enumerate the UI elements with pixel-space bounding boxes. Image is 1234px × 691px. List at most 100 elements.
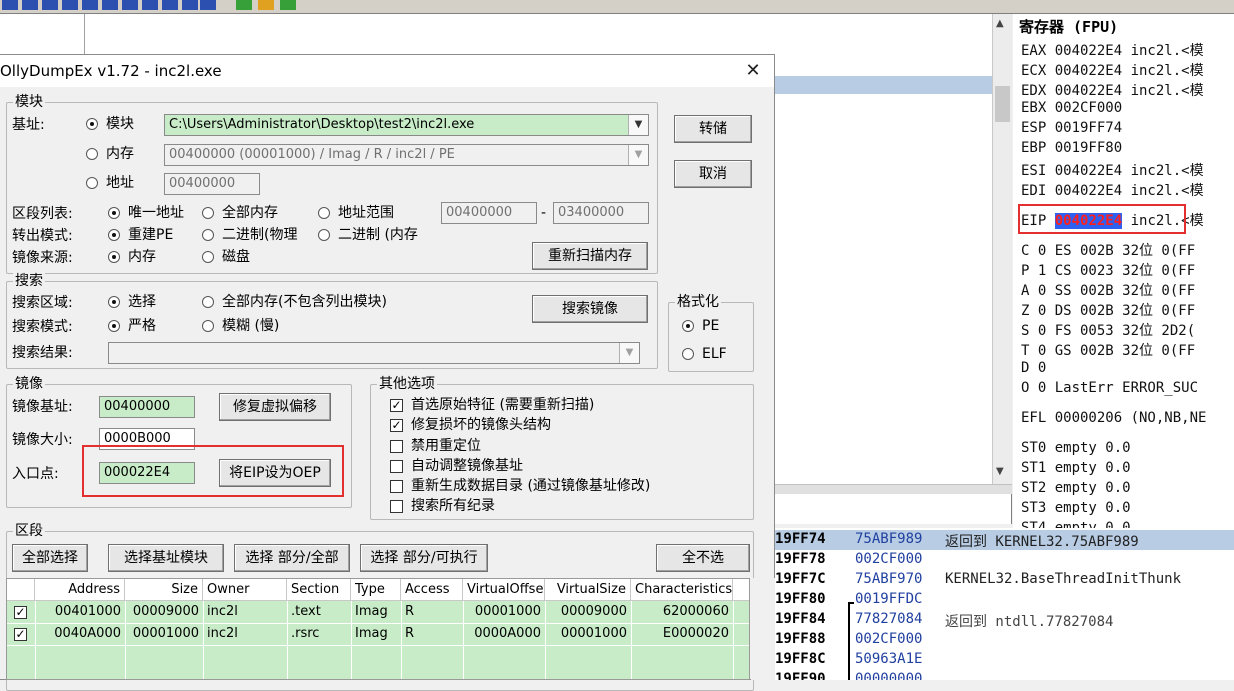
radio-module[interactable]: 模块 bbox=[86, 115, 134, 133]
registers-pane[interactable]: 寄存器 (FPU) EAX 004022E4 inc2l.<模 ECX 0040… bbox=[1013, 14, 1234, 534]
radio-rebuild-pe[interactable]: 重建PE bbox=[108, 226, 173, 244]
row-checkbox-checked-icon[interactable]: ✓ bbox=[14, 606, 27, 619]
fpu-line[interactable]: ST0 empty 0.0 bbox=[1021, 440, 1131, 456]
toolbar-button[interactable] bbox=[82, 0, 98, 10]
radio-dot[interactable] bbox=[202, 229, 214, 241]
radio-dot[interactable] bbox=[108, 207, 120, 219]
radio-dot[interactable] bbox=[202, 320, 214, 332]
stack-pane[interactable]: 19FF74 75ABF989 返回到 KERNEL32.75ABF989 19… bbox=[775, 528, 1234, 680]
register-line[interactable]: EBP 0019FF80 bbox=[1021, 140, 1122, 156]
checkbox-icon[interactable] bbox=[390, 439, 403, 453]
select-base-module-button[interactable]: 选择基址模块 bbox=[108, 544, 224, 572]
fpu-line[interactable]: ST3 empty 0.0 bbox=[1021, 500, 1131, 516]
toolbar-button[interactable] bbox=[62, 0, 78, 10]
radio-dot[interactable] bbox=[108, 251, 120, 263]
radio-format-pe[interactable]: PE bbox=[682, 317, 719, 335]
flag-line[interactable]: T 0 GS 002B 32位 0(FF bbox=[1021, 340, 1195, 360]
stack-address[interactable]: 19FF8C bbox=[775, 651, 826, 667]
stack-address[interactable]: 19FF78 bbox=[775, 551, 826, 567]
checkbox-checked-icon[interactable]: ✓ bbox=[390, 398, 403, 412]
stack-address[interactable]: 19FF80 bbox=[775, 591, 826, 607]
stack-value[interactable]: 002CF000 bbox=[855, 551, 922, 567]
radio-dot[interactable] bbox=[86, 118, 98, 130]
toolbar-button[interactable] bbox=[142, 0, 158, 10]
select-partial-all-button[interactable]: 选择 部分/全部 bbox=[234, 544, 350, 572]
radio-mode-strict[interactable]: 严格 bbox=[108, 317, 156, 335]
toolbar-button[interactable] bbox=[280, 0, 296, 10]
register-line[interactable]: ESP 0019FF74 bbox=[1021, 120, 1122, 136]
radio-address-range[interactable]: 地址范围 bbox=[318, 204, 394, 222]
register-line[interactable]: EAX 004022E4 inc2l.<模 bbox=[1021, 40, 1204, 60]
flag-line[interactable]: D 0 bbox=[1021, 360, 1046, 376]
checkbox-checked-icon[interactable]: ✓ bbox=[390, 418, 403, 432]
option-fix-header[interactable]: ✓ 修复损坏的镜像头结构 bbox=[390, 416, 551, 434]
selected-instruction-row[interactable] bbox=[770, 76, 992, 94]
radio-address[interactable]: 地址 bbox=[86, 174, 134, 192]
register-line[interactable]: EDI 004022E4 inc2l.<模 bbox=[1021, 180, 1204, 200]
radio-search-selected[interactable]: 选择 bbox=[108, 293, 156, 311]
search-result-select[interactable]: ▼ bbox=[108, 342, 640, 364]
flag-line[interactable]: C 0 ES 002B 32位 0(FF bbox=[1021, 240, 1195, 260]
stack-address[interactable]: 19FF88 bbox=[775, 631, 826, 647]
radio-dot[interactable] bbox=[108, 229, 120, 241]
radio-dot[interactable] bbox=[202, 296, 214, 308]
toolbar-button[interactable] bbox=[162, 0, 178, 10]
radio-binary-memory[interactable]: 二进制 (内存 bbox=[318, 226, 418, 244]
radio-all-memory[interactable]: 全部内存 bbox=[202, 204, 278, 222]
deselect-all-button[interactable]: 全不选 bbox=[656, 544, 750, 572]
stack-value[interactable]: 002CF000 bbox=[855, 631, 922, 647]
cpu-vertical-scrollbar[interactable]: ▲ ▼ bbox=[992, 14, 1012, 484]
option-prefer-original[interactable]: ✓ 首选原始特征 (需要重新扫描) bbox=[390, 396, 594, 414]
toolbar-button[interactable] bbox=[22, 0, 38, 10]
toolbar-button[interactable] bbox=[236, 0, 252, 10]
toolbar-button[interactable] bbox=[2, 0, 18, 10]
toolbar-button[interactable] bbox=[122, 0, 138, 10]
fpu-line[interactable]: ST2 empty 0.0 bbox=[1021, 480, 1131, 496]
scroll-down-icon[interactable]: ▼ bbox=[996, 466, 1004, 477]
radio-dot[interactable] bbox=[682, 320, 694, 332]
select-partial-exec-button[interactable]: 选择 部分/可执行 bbox=[360, 544, 488, 572]
checkbox-icon[interactable] bbox=[390, 499, 403, 513]
flag-line[interactable]: Z 0 DS 002B 32位 0(FF bbox=[1021, 300, 1195, 320]
address-input[interactable]: 00400000 bbox=[164, 173, 260, 195]
radio-dot[interactable] bbox=[86, 177, 98, 189]
toolbar-button[interactable] bbox=[200, 0, 216, 10]
radio-dot[interactable] bbox=[202, 207, 214, 219]
column-header-section[interactable]: Section bbox=[287, 579, 351, 601]
scroll-thumb[interactable] bbox=[995, 86, 1010, 122]
module-path-select[interactable]: C:\Users\Administrator\Desktop\test2\inc… bbox=[164, 114, 649, 136]
column-header-virtualsize[interactable]: VirtualSize bbox=[545, 579, 631, 601]
stack-address[interactable]: 19FF90 bbox=[775, 671, 826, 680]
chevron-down-icon[interactable]: ▼ bbox=[619, 343, 639, 363]
register-line[interactable]: ECX 004022E4 inc2l.<模 bbox=[1021, 60, 1204, 80]
stack-address[interactable]: 19FF84 bbox=[775, 611, 826, 627]
range-end-input[interactable]: 03400000 bbox=[553, 202, 649, 224]
flag-line[interactable]: O 0 LastErr ERROR_SUC bbox=[1021, 380, 1198, 396]
select-all-button[interactable]: 全部选择 bbox=[12, 544, 88, 572]
image-base-input[interactable]: 00400000 bbox=[99, 396, 195, 418]
radio-format-elf[interactable]: ELF bbox=[682, 345, 727, 363]
stack-address[interactable]: 19FF74 bbox=[775, 531, 826, 547]
radio-dot[interactable] bbox=[682, 348, 694, 360]
radio-dot[interactable] bbox=[108, 296, 120, 308]
chevron-down-icon[interactable]: ▼ bbox=[628, 115, 648, 135]
radio-dot[interactable] bbox=[318, 229, 330, 241]
radio-unique-address[interactable]: 唯一地址 bbox=[108, 204, 184, 222]
register-line[interactable]: EDX 004022E4 inc2l.<模 bbox=[1021, 80, 1204, 100]
toolbar-button[interactable] bbox=[182, 0, 198, 10]
toolbar-button[interactable] bbox=[102, 0, 118, 10]
radio-dot[interactable] bbox=[86, 148, 98, 160]
radio-source-disk[interactable]: 磁盘 bbox=[202, 248, 250, 266]
cancel-button[interactable]: 取消 bbox=[674, 160, 752, 188]
option-regenerate-datadir[interactable]: 重新生成数据目录 (通过镜像基址修改) bbox=[390, 477, 650, 495]
scroll-up-icon[interactable]: ▲ bbox=[996, 18, 1004, 29]
checkbox-icon[interactable] bbox=[390, 479, 403, 493]
section-table[interactable]: Address Size Owner Section Type Access V… bbox=[6, 578, 750, 680]
radio-binary-physical[interactable]: 二进制(物理 bbox=[202, 226, 308, 244]
flag-line[interactable]: P 1 CS 0023 32位 0(FF bbox=[1021, 260, 1195, 280]
stack-value[interactable]: 75ABF970 bbox=[855, 571, 922, 587]
checkbox-icon[interactable] bbox=[390, 459, 403, 473]
column-header-size[interactable]: Size bbox=[125, 579, 203, 601]
stack-value[interactable]: 0019FFDC bbox=[855, 591, 922, 607]
toolbar-button[interactable] bbox=[258, 0, 274, 10]
